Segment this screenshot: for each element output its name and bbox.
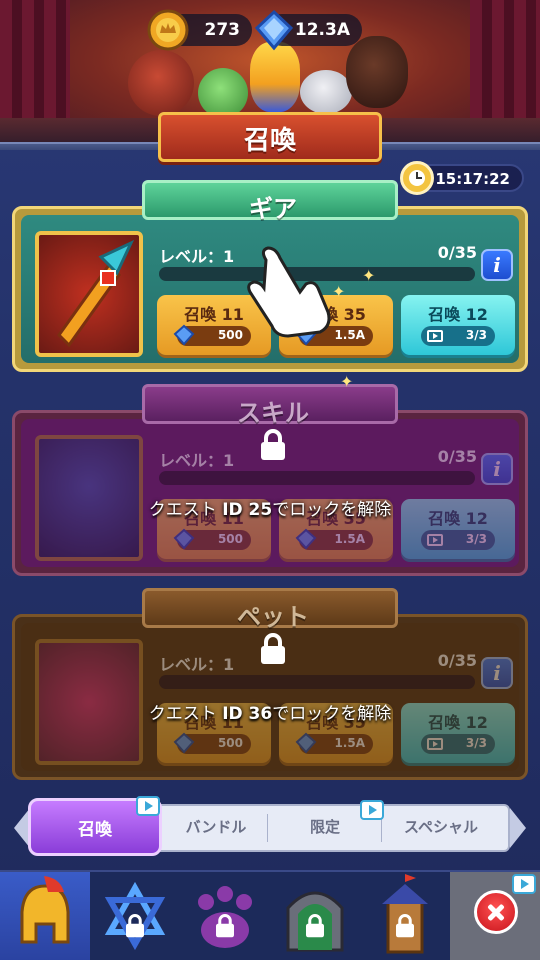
pet-lock-overlay: クエスト ID 36でロックを解除 [15,617,525,777]
skill-unlock-message: クエスト ID 25でロックを解除 [148,500,392,520]
subtab-bundle[interactable]: バンドル [164,806,268,850]
pet-summon-card: レベル：1 0/35 i 召喚 11 500 召喚 35 1.5A 召喚 12 … [12,614,528,780]
nav-close[interactable] [450,872,540,960]
subtab-special-label: スペシャル [404,818,478,836]
gem-icon [173,324,195,346]
nav-tower[interactable] [360,872,450,960]
lock-icon [261,429,285,460]
refresh-timer: 15:17:22 [400,161,524,195]
button-label: 召喚 12 [428,305,488,324]
nav-pets[interactable] [180,872,270,960]
sword-icon [57,239,135,348]
video-icon [427,330,443,342]
gear-thumbnail [35,231,143,357]
tab-pet-label: ペット [237,603,309,631]
gear-info-button[interactable]: i [481,249,513,281]
lock-icon [396,914,414,938]
sparkle-icon: ✦ [362,266,376,285]
nav-skills[interactable] [90,872,180,960]
gem-icon [254,9,294,51]
bottom-navigation [0,870,540,960]
sparkle-icon: ✦ [332,282,346,301]
tab-gear: ギア [142,180,398,223]
summon-subtabs: バンドル 限定 スペシャル 召喚 [10,796,530,858]
cost-pill: 3/3 [421,326,495,346]
skill-summon-card: レベル：1 0/35 i 召喚 11 500 召喚 35 1.5A 召喚 12 … [12,410,528,576]
title-banner: 召喚 [158,104,382,164]
gold-coin-icon [147,9,189,51]
nav-dungeon[interactable] [270,872,360,960]
tab-pet: ペット [142,588,398,631]
nav-heroes[interactable] [0,872,90,960]
pet-unlock-message: クエスト ID 36でロックを解除 [148,704,392,724]
sparkle-icon: ✦ [340,372,354,391]
tab-skill-label: スキル [237,399,309,427]
tutorial-hand-pointer-icon [247,246,331,338]
gold-amount: 273 [204,20,241,40]
summon-screen: 273 12.3A 召喚 15:17:22 レベル：1 0/35 i 召喚 11… [0,0,540,960]
close-icon[interactable] [474,890,518,934]
subtab-limited-label: 限定 [309,818,340,836]
scroll-right-arrow-icon[interactable] [510,808,526,848]
lock-icon [306,914,324,938]
gem-amount: 12.3A [294,20,350,40]
bull-hero [346,36,408,108]
princess-hero [250,42,300,112]
gem-counter: 12.3A [254,9,362,51]
gear-summon-12-video-button[interactable]: 召喚 12 3/3 [401,295,515,355]
gold-counter: 273 [147,9,252,51]
clock-icon [400,161,434,195]
tab-gear-label: ギア [249,195,297,223]
gear-level-label: レベル：1 [159,247,235,266]
lock-icon [261,633,285,664]
lock-icon [216,914,234,938]
subtab-special[interactable]: スペシャル [382,806,500,850]
page-title: 召喚 [243,126,296,156]
subtab-bundle-label: バンドル [185,818,247,836]
video-badge-icon [360,800,384,820]
cost-value: 3/3 [465,328,487,342]
video-badge-icon [136,796,160,816]
timer-value: 15:17:22 [435,170,510,188]
tab-skill: スキル [142,384,398,427]
subtab-summon-label: 召喚 [78,820,112,840]
lock-icon [126,914,144,938]
video-badge-icon [512,874,536,894]
spartan-helmet-icon [20,876,70,944]
gear-progress-count: 0/35 [437,243,477,262]
skill-lock-overlay: クエスト ID 25でロックを解除 [15,413,525,573]
